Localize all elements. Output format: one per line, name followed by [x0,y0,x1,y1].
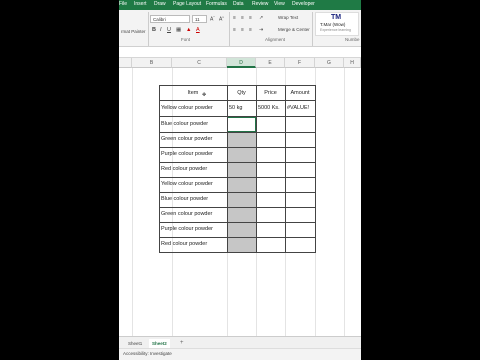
item-cell[interactable]: Blue colour powder [161,192,208,207]
borders-icon[interactable]: ▦ [176,27,181,33]
column-header-f[interactable]: F [285,58,315,68]
logo-tagline: Experience learning [320,28,351,32]
font-size-select[interactable]: 11 [192,15,207,23]
worksheet-grid[interactable]: Item Qty Price Amount ✥ Yellow colour po… [119,68,361,336]
item-cell[interactable]: Yellow colour powder [161,101,213,116]
column-header-d[interactable]: D [227,58,256,68]
format-painter-button[interactable]: rmat Painter [121,29,146,34]
ribbon-tab-bar: File Insert Draw Page Layout Formulas Da… [119,0,361,10]
align-right-icon[interactable]: ≡ [249,27,252,33]
tab-draw[interactable]: Draw [154,1,166,7]
header-item[interactable]: Item [159,86,227,101]
font-name-select[interactable]: Calibri [150,15,190,23]
tab-insert[interactable]: Insert [134,1,147,7]
italic-icon[interactable]: I [160,27,162,33]
align-center-icon[interactable]: ≡ [241,27,244,33]
item-cell[interactable]: Purple colour powder [161,222,213,237]
gridline [132,68,133,336]
tab-file[interactable]: File [119,1,127,7]
font-shrink-icon[interactable]: Av [219,15,224,23]
tab-page-layout[interactable]: Page Layout [173,1,201,7]
header-price[interactable]: Price [256,86,285,101]
merge-center-button[interactable]: Merge & Center [278,27,310,32]
item-cell[interactable]: Yellow colour powder [161,177,213,192]
amount-cell[interactable]: #VALUE! [287,101,309,116]
group-label-number: Numbe [345,37,360,42]
qty-cell[interactable]: 50 kg [229,101,242,116]
tab-developer[interactable]: Developer [292,1,315,7]
item-cell[interactable]: Green colour powder [161,132,212,147]
logo-mark: TM [331,14,342,21]
divider [229,12,230,46]
bold-icon[interactable]: B [152,27,156,33]
underline-icon[interactable]: U [167,27,171,33]
item-cell[interactable]: Red colour powder [161,237,207,252]
logo-name: T.Mar (Wow) [320,22,346,27]
data-table: Item Qty Price Amount ✥ Yellow colour po… [159,85,316,253]
align-bottom-icon[interactable]: ≡ [249,15,252,21]
item-cell[interactable]: Green colour powder [161,207,212,222]
add-sheet-icon[interactable]: + [177,339,187,348]
tab-data[interactable]: Data [233,1,244,7]
orientation-icon[interactable]: ↗ [259,15,263,21]
formula-bar[interactable] [119,47,361,58]
price-cell[interactable]: 5000 Ks. [258,101,280,116]
sheet-tab-sheet1[interactable]: Sheet1 [125,339,145,348]
align-middle-icon[interactable]: ≡ [241,15,244,21]
select-all-corner[interactable] [119,58,132,68]
align-left-icon[interactable]: ≡ [233,27,236,33]
column-header-h[interactable]: H [344,58,361,68]
divider [312,12,313,46]
gridline [344,68,345,336]
divider [148,12,149,46]
header-amount[interactable]: Amount [285,86,315,101]
group-label-alignment: Alignment [265,37,286,42]
ribbon: rmat Painter Calibri 11 A^ Av B I U ▦ ▲ … [119,10,361,47]
font-color-icon[interactable]: A [196,27,200,33]
indent-icon[interactable]: ⇥ [259,27,263,33]
align-top-icon[interactable]: ≡ [233,15,236,21]
column-header-b[interactable]: B [132,58,172,68]
column-header-e[interactable]: E [256,58,285,68]
header-qty[interactable]: Qty [227,86,256,101]
excel-window: File Insert Draw Page Layout Formulas Da… [119,0,361,360]
accessibility-status[interactable]: Accessibility: Investigate [123,351,172,356]
item-cell[interactable]: Red colour powder [161,162,207,177]
tab-formulas[interactable]: Formulas [206,1,227,7]
item-cell[interactable]: Purple colour powder [161,147,213,162]
column-header-g[interactable]: G [315,58,344,68]
channel-logo: TM T.Mar (Wow) Experience learning [315,12,359,36]
column-header-c[interactable]: C [172,58,227,68]
cursor-move-icon: ✥ [202,92,207,98]
status-bar: Accessibility: Investigate [119,348,361,360]
active-cell-d3[interactable] [227,117,256,132]
tab-review[interactable]: Review [252,1,268,7]
item-cell[interactable]: Blue colour powder [161,117,208,132]
group-label-font: Font [181,37,191,42]
tab-view[interactable]: View [274,1,285,7]
font-grow-icon[interactable]: A^ [210,15,215,23]
wrap-text-button[interactable]: Wrap Text [278,15,298,20]
fill-color-icon[interactable]: ▲ [186,27,191,33]
